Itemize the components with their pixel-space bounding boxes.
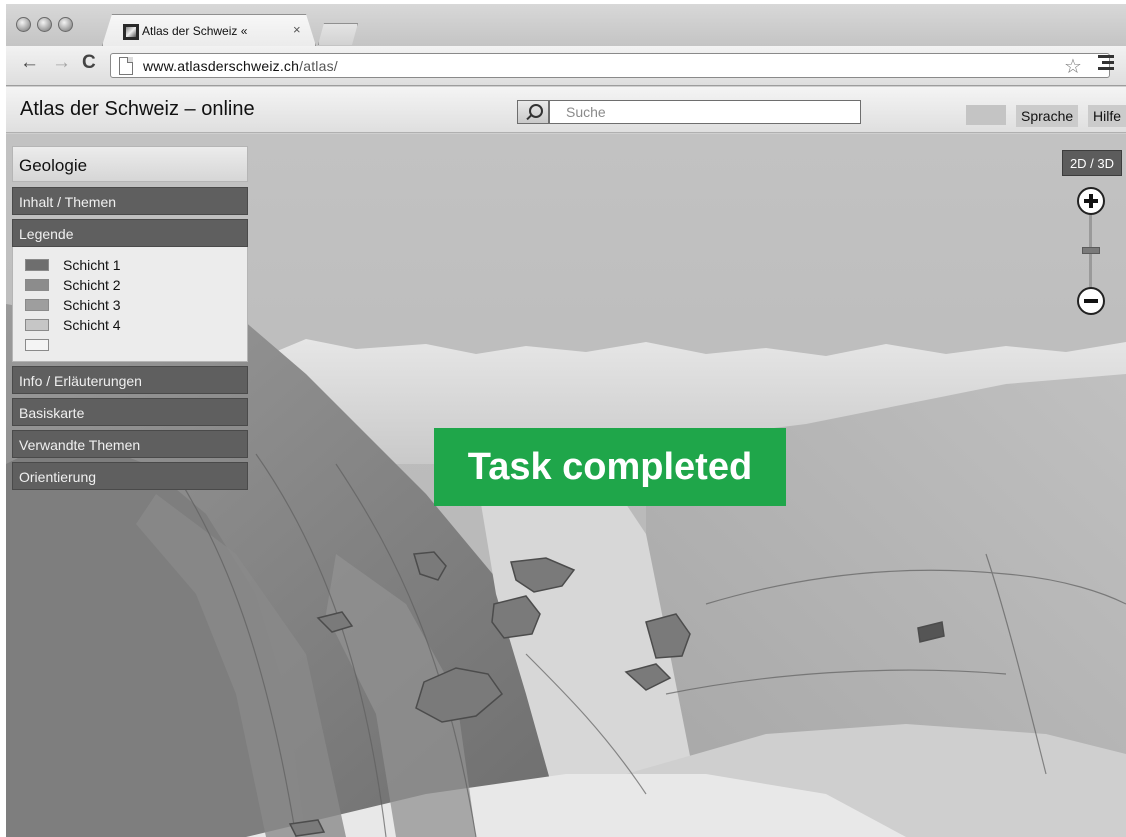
legend-label: Schicht 2: [63, 277, 121, 293]
reload-icon[interactable]: C: [82, 53, 96, 73]
language-button[interactable]: Sprache: [1016, 105, 1079, 127]
legend-label: Schicht 3: [63, 297, 121, 313]
back-arrow-icon[interactable]: ←: [20, 53, 39, 73]
search-input[interactable]: [549, 100, 861, 124]
legend-swatch: [25, 279, 49, 291]
atlas-favicon-icon: [123, 24, 139, 40]
zoom-out-icon[interactable]: [1077, 287, 1105, 315]
url-path: /atlas/: [299, 58, 338, 74]
legend-item: Schicht 2: [25, 275, 247, 295]
accordion-basemap[interactable]: Basiskarte: [12, 398, 248, 426]
minimize-window-icon[interactable]: [37, 17, 52, 32]
accordion-related-themes[interactable]: Verwandte Themen: [12, 430, 248, 458]
legend-swatch: [25, 299, 49, 311]
address-bar[interactable]: www.atlasderschweiz.ch/atlas/: [110, 53, 1110, 78]
accordion-content-themes[interactable]: Inhalt / Themen: [12, 187, 248, 215]
site-header: Atlas der Schweiz – online Sprache Hilfe: [6, 87, 1126, 133]
toggle-2d-3d-button[interactable]: 2D / 3D: [1062, 150, 1122, 176]
page-icon: [119, 57, 133, 75]
accordion-orientation[interactable]: Orientierung: [12, 462, 248, 490]
close-window-icon[interactable]: [16, 17, 31, 32]
site-title: Atlas der Schweiz – online: [20, 98, 255, 120]
tab-strip: Atlas der Schweiz « ×: [6, 4, 1126, 46]
forward-arrow-icon[interactable]: →: [52, 53, 71, 73]
theme-panel: Geologie Inhalt / Themen Legende Schicht…: [12, 146, 248, 490]
browser-toolbar: ← → C www.atlasderschweiz.ch/atlas/ ☆: [6, 46, 1126, 86]
legend-item: Schicht 3: [25, 295, 247, 315]
legend-item: [25, 335, 247, 355]
tab-title: Atlas der Schweiz «: [142, 24, 248, 38]
browser-window: Atlas der Schweiz « × ← → C www.atlasder…: [6, 4, 1126, 837]
legend-item: Schicht 1: [25, 255, 247, 275]
legend-swatch: [25, 339, 49, 351]
browser-menu-icon[interactable]: [1098, 55, 1118, 73]
panel-title: Geologie: [12, 146, 248, 182]
accordion-info[interactable]: Info / Erläuterungen: [12, 366, 248, 394]
help-button[interactable]: Hilfe: [1088, 105, 1126, 127]
header-placeholder-box: [966, 105, 1006, 125]
legend-label: Schicht 1: [63, 257, 121, 273]
legend-item: Schicht 4: [25, 315, 247, 335]
bookmark-star-icon[interactable]: ☆: [1064, 54, 1082, 79]
accordion-legend[interactable]: Legende: [12, 219, 248, 247]
tab-close-icon[interactable]: ×: [293, 22, 301, 37]
legend-swatch: [25, 259, 49, 271]
address-url[interactable]: www.atlasderschweiz.ch/atlas/: [143, 58, 338, 74]
search-icon[interactable]: [517, 100, 549, 124]
legend-swatch: [25, 319, 49, 331]
zoom-window-icon[interactable]: [58, 17, 73, 32]
new-tab-button[interactable]: [318, 23, 358, 45]
browser-tab-atlas[interactable]: Atlas der Schweiz « ×: [102, 14, 316, 46]
legend-label: Schicht 4: [63, 317, 121, 333]
task-completed-banner: Task completed: [434, 428, 786, 506]
legend-list: Schicht 1 Schicht 2 Schicht 3 Schicht 4: [12, 247, 248, 362]
zoom-in-icon[interactable]: [1077, 187, 1105, 215]
url-host: www.atlasderschweiz.ch: [143, 58, 300, 74]
zoom-slider-handle[interactable]: [1082, 247, 1100, 254]
